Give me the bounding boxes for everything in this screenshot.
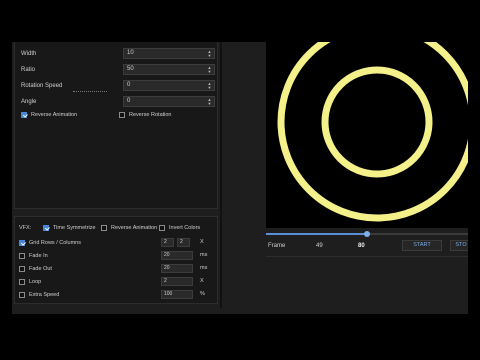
fade-in-checkbox[interactable] — [19, 253, 25, 259]
rotation-speed-tooltip-marker — [73, 89, 107, 92]
width-row: Width 10 ▲ ▼ — [21, 48, 215, 60]
angle-value: 0 — [127, 98, 131, 104]
fade-out-value: 20 — [164, 265, 170, 271]
loop-spinbox[interactable]: 2 — [161, 277, 193, 286]
fade-out-checkbox[interactable] — [19, 266, 25, 272]
loop-checkbox[interactable] — [19, 279, 25, 285]
invert-colors-checkbox[interactable] — [159, 225, 165, 231]
loop-label: Loop — [29, 279, 42, 285]
settings-column: Width 10 ▲ ▼ Ratio 50 ▲ ▼ Rotation Speed 0… — [12, 42, 218, 314]
grid-checkbox[interactable] — [19, 240, 25, 246]
time-symmetrize-checkbox[interactable] — [43, 225, 49, 231]
preview-column: Frame 49 80 START STO — [220, 42, 468, 314]
rings-canvas — [277, 42, 468, 222]
splitter-handle[interactable] — [220, 42, 222, 308]
rotation-speed-label: Rotation Speed — [21, 83, 63, 89]
vfx-reverse-animation-label: Reverse Animation — [111, 225, 158, 231]
vfx-panel: VFX: Time Symmetrize Reverse Animation I… — [14, 216, 218, 304]
extra-speed-unit: % — [200, 291, 205, 297]
preview-bottom-divider — [266, 256, 468, 257]
fade-in-unit: ms — [200, 252, 208, 258]
inner-ring — [321, 66, 433, 178]
fade-in-spinbox[interactable]: 20 — [161, 251, 193, 260]
angle-spin-arrows[interactable]: ▲ ▼ — [207, 98, 212, 106]
grid-unit: X — [200, 239, 204, 245]
reverse-animation-checkbox[interactable] — [21, 112, 27, 118]
vfx-label: VFX: — [19, 225, 32, 231]
grid-rows-value: 2 — [164, 239, 167, 245]
stop-button[interactable]: STO — [450, 240, 468, 251]
ratio-label: Ratio — [21, 67, 36, 73]
grid-cols-value: 2 — [180, 239, 183, 245]
fade-in-value: 20 — [164, 252, 170, 258]
invert-colors-label: Invert Colors — [169, 225, 201, 231]
extra-speed-spinbox[interactable]: 100 — [161, 290, 193, 299]
width-spinbox[interactable]: 10 ▲ ▼ — [123, 48, 215, 59]
fade-out-unit: ms — [200, 265, 208, 271]
grid-label: Grid Rows / Columns — [29, 240, 81, 246]
ratio-spinbox[interactable]: 50 ▲ ▼ — [123, 64, 215, 75]
fade-out-spinbox[interactable]: 20 — [161, 264, 193, 273]
reverse-rotation-checkbox[interactable] — [119, 112, 125, 118]
shape-parameters-panel: Width 10 ▲ ▼ Ratio 50 ▲ ▼ Rotation Speed 0… — [14, 42, 218, 209]
width-label: Width — [21, 51, 37, 57]
frame-slider-fill — [266, 233, 367, 235]
ratio-value: 50 — [127, 66, 134, 72]
rotation-speed-row: Rotation Speed 0 ▲ ▼ — [21, 80, 215, 92]
rotation-speed-spinbox[interactable]: 0 ▲ ▼ — [123, 80, 215, 91]
loop-unit: X — [200, 278, 204, 284]
reverse-rotation-label: Reverse Rotation — [129, 112, 172, 118]
reverse-animation-label: Reverse Animation — [31, 112, 78, 118]
extra-speed-label: Extra Speed — [29, 292, 60, 298]
rotation-speed-value: 0 — [127, 82, 131, 88]
vfx-reverse-animation-checkbox[interactable] — [101, 225, 107, 231]
angle-spinbox[interactable]: 0 ▲ ▼ — [123, 96, 215, 107]
grid-cols-spinbox[interactable]: 2 — [177, 238, 190, 247]
frame-slider[interactable] — [266, 231, 468, 237]
start-button[interactable]: START — [402, 240, 442, 251]
extra-speed-value: 100 — [164, 291, 173, 297]
extra-speed-checkbox[interactable] — [19, 292, 25, 298]
total-frames: 80 — [358, 243, 365, 249]
fade-in-label: Fade In — [29, 253, 48, 259]
angle-row: Angle 0 ▲ ▼ — [21, 96, 215, 108]
width-value: 10 — [127, 50, 134, 56]
rotation-speed-spin-arrows[interactable]: ▲ ▼ — [207, 82, 212, 90]
grid-rows-spinbox[interactable]: 2 — [161, 238, 174, 247]
loop-value: 2 — [164, 278, 167, 284]
animation-preview — [266, 42, 468, 228]
current-frame: 49 — [316, 243, 323, 249]
fade-out-label: Fade Out — [29, 266, 52, 272]
ratio-spin-arrows[interactable]: ▲ ▼ — [207, 66, 212, 74]
time-symmetrize-label: Time Symmetrize — [53, 225, 96, 231]
app-window: Width 10 ▲ ▼ Ratio 50 ▲ ▼ Rotation Speed 0… — [12, 42, 468, 314]
frame-slider-thumb[interactable] — [364, 231, 370, 237]
ratio-row: Ratio 50 ▲ ▼ — [21, 64, 215, 76]
width-spin-arrows[interactable]: ▲ ▼ — [207, 50, 212, 58]
angle-label: Angle — [21, 99, 37, 105]
frame-controls: Frame 49 80 START STO — [266, 239, 468, 253]
frame-label: Frame — [268, 243, 286, 249]
